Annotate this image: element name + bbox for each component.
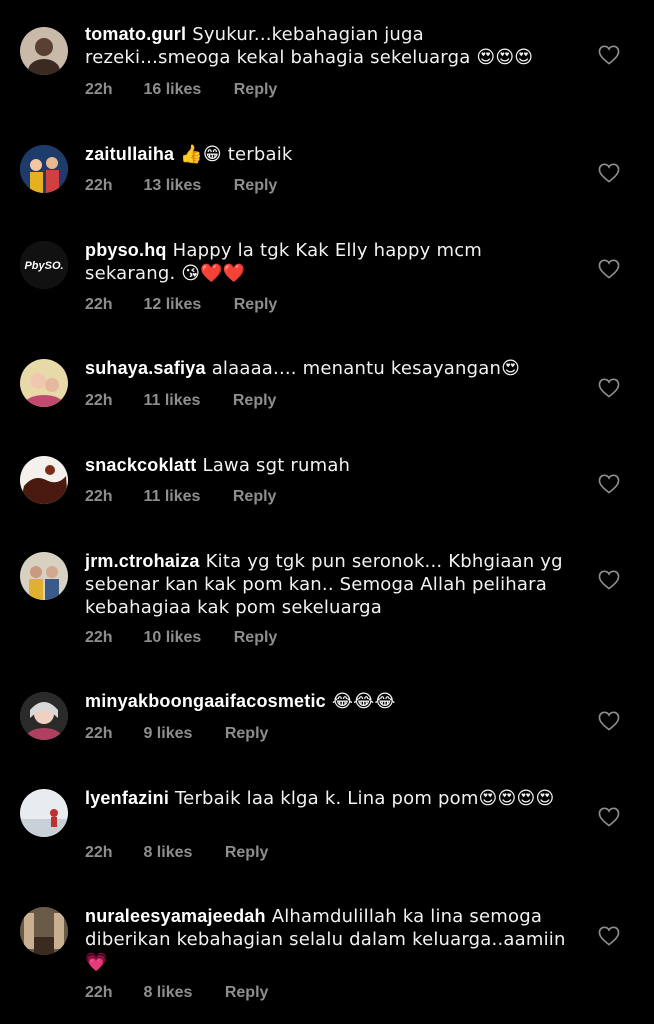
comment-meta: 22h 11 likes Reply: [85, 392, 276, 410]
comment-username[interactable]: nuraleesyamajeedah: [85, 906, 266, 926]
comment-body: pbyso.hq Happy la tgk Kak Elly happy mcm …: [85, 239, 575, 285]
comment-username[interactable]: suhaya.safiya: [85, 358, 206, 378]
comment-likes[interactable]: 9 likes: [143, 725, 192, 743]
comment-time: 22h: [85, 844, 113, 861]
heart-outline-icon[interactable]: [598, 163, 622, 185]
comment-body: zaitullaiha 👍😁 terbaik: [85, 143, 575, 166]
comment-meta: 22h 11 likes Reply: [85, 488, 276, 506]
reply-button[interactable]: Reply: [234, 177, 278, 195]
comment-likes[interactable]: 11 likes: [143, 392, 200, 410]
comment-body: tomato.gurl Syukur...kebahagian juga reze…: [85, 23, 575, 69]
avatar[interactable]: [20, 907, 68, 955]
heart-outline-icon[interactable]: [598, 711, 622, 733]
comment-body: minyakboongaaifacosmetic 😂😂😂: [85, 690, 575, 713]
comment-body: nuraleesyamajeedah Alhamdulillah ka lina …: [85, 905, 575, 974]
avatar[interactable]: [20, 456, 68, 504]
comment-time: 22h: [85, 81, 113, 98]
reply-button[interactable]: Reply: [233, 392, 277, 410]
comment-likes[interactable]: 12 likes: [143, 296, 201, 314]
reply-button[interactable]: Reply: [233, 488, 277, 506]
comment-body: snackcoklatt Lawa sgt rumah: [85, 454, 575, 477]
avatar[interactable]: [20, 27, 68, 75]
avatar[interactable]: [20, 692, 68, 740]
heart-outline-icon[interactable]: [598, 474, 622, 496]
heart-outline-icon[interactable]: [598, 378, 622, 400]
comment-time: 22h: [85, 725, 113, 742]
comment-likes[interactable]: 8 likes: [143, 844, 192, 862]
comment-meta: 22h 13 likes Reply: [85, 177, 277, 195]
comment-time: 22h: [85, 296, 113, 313]
comment-time: 22h: [85, 984, 113, 1001]
comment-text: Terbaik laa klga k. Lina pom pom😍😍😍😍: [175, 788, 555, 809]
comment-meta: 22h 12 likes Reply: [85, 296, 277, 314]
reply-button[interactable]: Reply: [225, 725, 269, 743]
comment-body: lyenfazini Terbaik laa klga k. Lina pom p…: [85, 787, 575, 810]
comment-likes[interactable]: 11 likes: [143, 488, 200, 506]
comment-username[interactable]: zaitullaiha: [85, 144, 174, 164]
comment-text: Lawa sgt rumah: [202, 455, 351, 476]
comment-username[interactable]: minyakboongaaifacosmetic: [85, 691, 326, 711]
comment-username[interactable]: jrm.ctrohaiza: [85, 551, 200, 571]
comment-likes[interactable]: 13 likes: [143, 177, 201, 195]
avatar[interactable]: [20, 145, 68, 193]
comment-body: jrm.ctrohaiza Kita yg tgk pun seronok... …: [85, 550, 575, 619]
comment-meta: 22h 10 likes Reply: [85, 629, 277, 647]
comment-meta: 22h 16 likes Reply: [85, 81, 277, 99]
heart-outline-icon[interactable]: [598, 570, 622, 592]
comment-likes[interactable]: 10 likes: [143, 629, 201, 647]
comment-text: 😂😂😂: [331, 691, 396, 712]
comment-username[interactable]: snackcoklatt: [85, 455, 196, 475]
avatar[interactable]: [20, 552, 68, 600]
avatar[interactable]: [20, 789, 68, 837]
reply-button[interactable]: Reply: [234, 81, 278, 99]
heart-outline-icon[interactable]: [598, 926, 622, 948]
comment-username[interactable]: lyenfazini: [85, 788, 169, 808]
comment-likes[interactable]: 8 likes: [143, 984, 192, 1002]
comment-text: alaaaa.... menantu kesayangan😍: [211, 358, 521, 379]
reply-button[interactable]: Reply: [225, 844, 269, 862]
comment-meta: 22h 9 likes Reply: [85, 725, 268, 743]
comment-time: 22h: [85, 392, 113, 409]
reply-button[interactable]: Reply: [234, 629, 278, 647]
comment-time: 22h: [85, 177, 113, 194]
comment-body: suhaya.safiya alaaaa.... menantu kesayang…: [85, 357, 575, 380]
comment-time: 22h: [85, 488, 113, 505]
reply-button[interactable]: Reply: [225, 984, 269, 1002]
avatar-brand-text: PbySO.: [24, 260, 63, 272]
heart-outline-icon[interactable]: [598, 45, 622, 67]
heart-outline-icon[interactable]: [598, 259, 622, 281]
heart-outline-icon[interactable]: [598, 807, 622, 829]
avatar[interactable]: [20, 359, 68, 407]
avatar[interactable]: PbySO.: [20, 241, 68, 289]
comment-username[interactable]: pbyso.hq: [85, 240, 167, 260]
comment-meta: 22h 8 likes Reply: [85, 844, 268, 862]
comment-meta: 22h 8 likes Reply: [85, 984, 268, 1002]
comment-text: 👍😁 terbaik: [180, 144, 293, 165]
comment-username[interactable]: tomato.gurl: [85, 24, 186, 44]
comment-time: 22h: [85, 629, 113, 646]
reply-button[interactable]: Reply: [234, 296, 278, 314]
comment-likes[interactable]: 16 likes: [143, 81, 201, 99]
